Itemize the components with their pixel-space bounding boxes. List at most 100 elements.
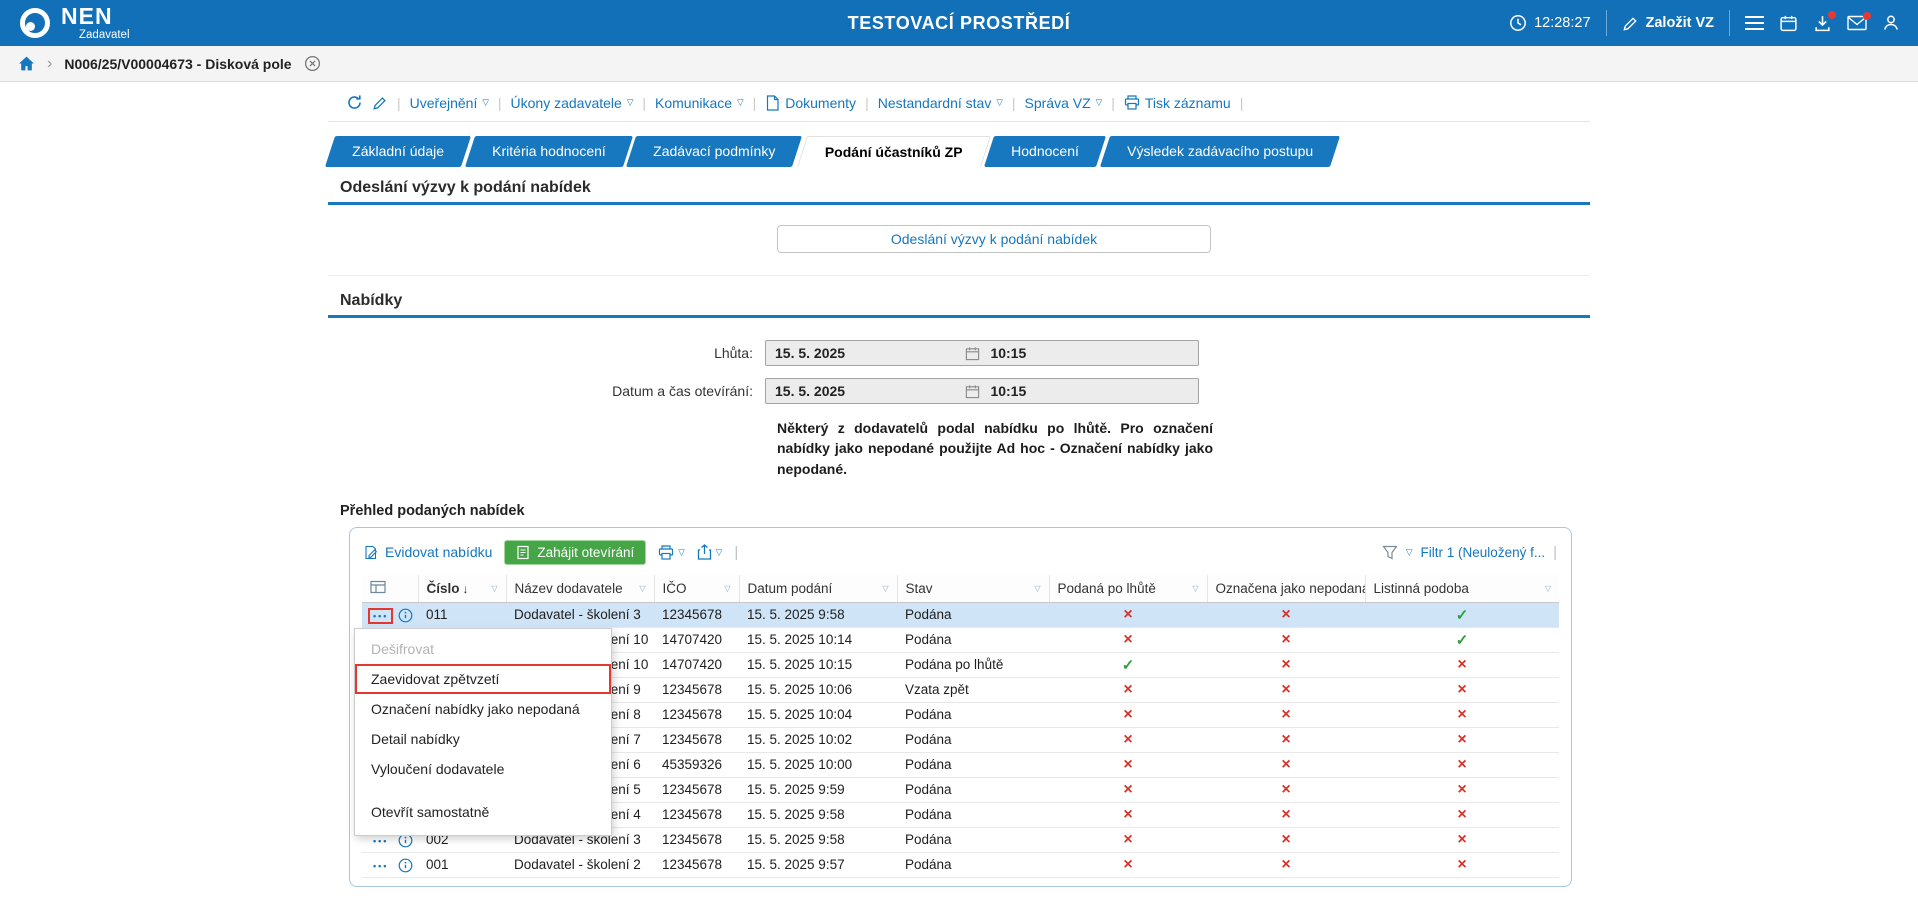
toolbar-link-kony-zadavatele[interactable]: Úkony zadavatele▽ [511, 95, 634, 111]
deadline-field[interactable]: 15. 5. 2025 10:15 [765, 340, 1199, 366]
deadline-time-value[interactable]: 10:15 [990, 345, 1026, 361]
column-header-stav[interactable]: Stav▽ [897, 575, 1049, 603]
paper-form-flag-cell: × [1365, 702, 1559, 727]
close-record-icon[interactable] [304, 55, 321, 72]
context-menu-item-ozna-en-nab-dky-jako-nepodan[interactable]: Označení nabídky jako nepodaná [355, 694, 611, 724]
tab-krit-ria-hodnocen[interactable]: Kritéria hodnocení [465, 136, 633, 167]
print-button[interactable]: ▽ [658, 545, 685, 560]
toolbar-link-komunikace[interactable]: Komunikace▽ [655, 95, 744, 111]
profile-icon[interactable] [1882, 14, 1900, 32]
ico-cell: 14707420 [654, 652, 739, 677]
toolbar-link-dokumenty[interactable]: Dokumenty [765, 95, 856, 111]
tab-pod-n-astn-k-zp[interactable]: Podání účastníků ZP [797, 136, 991, 167]
supplier-name-cell: Dodavatel - školení 3 [506, 602, 654, 627]
ico-cell: 14707420 [654, 627, 739, 652]
calendar-small-icon[interactable] [965, 384, 980, 399]
context-menu-item-vylou-en-dodavatele[interactable]: Vyloučení dodavatele [355, 754, 611, 784]
separator: | [1012, 95, 1016, 111]
messages-icon[interactable] [1847, 15, 1867, 31]
status-cell: Vzata zpět [897, 677, 1049, 702]
opening-field[interactable]: 15. 5. 2025 10:15 [765, 378, 1199, 404]
cross-icon: × [1281, 756, 1290, 773]
row-actions-button[interactable]: ••• [370, 610, 391, 622]
offers-form: Lhůta: 15. 5. 2025 10:15 Datum a čas ote… [328, 340, 1590, 404]
separator: | [498, 95, 502, 111]
context-menu-item-detail-nab-dky[interactable]: Detail nabídky [355, 724, 611, 754]
table-row[interactable]: •••011Dodavatel - školení 31234567815. 5… [362, 602, 1559, 627]
column-header-listinn-podoba[interactable]: Listinná podoba▽ [1365, 575, 1559, 603]
cross-icon: × [1457, 781, 1466, 798]
row-info-icon[interactable] [398, 858, 413, 873]
calendar-small-icon[interactable] [965, 346, 980, 361]
filter-icon[interactable] [1382, 545, 1398, 560]
row-actions-button[interactable]: ••• [370, 860, 391, 872]
refresh-button[interactable] [346, 94, 363, 111]
toolbar-link-uve-ejn-n[interactable]: Uveřejnění▽ [410, 95, 489, 111]
column-header-slo[interactable]: Číslo↓▽ [418, 575, 506, 603]
column-filter-icon[interactable]: ▽ [491, 584, 497, 593]
column-header-podan-po-lh-t[interactable]: Podaná po lhůtě▽ [1049, 575, 1207, 603]
evidovat-nabidku-button[interactable]: Evidovat nabídku [364, 544, 492, 560]
paper-form-flag-cell: ✓ [1365, 627, 1559, 652]
status-cell: Podána [897, 802, 1049, 827]
pencil-icon [1622, 15, 1639, 32]
tab-zad-vac-podm-nky[interactable]: Zadávací podmínky [626, 136, 802, 167]
menu-icon[interactable] [1745, 16, 1764, 31]
column-filter-icon[interactable]: ▽ [1034, 584, 1040, 593]
column-filter-icon[interactable]: ▽ [724, 584, 730, 593]
column-filter-icon[interactable]: ▽ [1545, 584, 1551, 593]
table-row[interactable]: •••001Dodavatel - školení 21234567815. 5… [362, 852, 1559, 877]
zahajit-otevirani-button[interactable]: Zahájit otevírání [504, 540, 646, 565]
toolbar-link-spr-va-vz[interactable]: Správa VZ▽ [1025, 95, 1103, 111]
cross-icon: × [1123, 731, 1132, 748]
ico-cell: 12345678 [654, 777, 739, 802]
cross-icon: × [1281, 706, 1290, 723]
create-vz-button[interactable]: Založit VZ [1622, 15, 1714, 32]
column-header-i-o[interactable]: IČO▽ [654, 575, 739, 603]
toolbar-link-nestandardn-stav[interactable]: Nestandardní stav▽ [878, 95, 1003, 111]
cross-icon: × [1457, 731, 1466, 748]
context-menu-item-otev-t-samostatn[interactable]: Otevřít samostatně [355, 797, 611, 827]
context-menu-item-zaevidovat-zp-tvzet[interactable]: Zaevidovat zpětvzetí [355, 664, 611, 694]
submit-date-cell: 15. 5. 2025 9:58 [739, 827, 897, 852]
ico-cell: 12345678 [654, 677, 739, 702]
row-number-cell: 011 [418, 602, 506, 627]
separator: | [1240, 95, 1244, 111]
active-filter-link[interactable]: Filtr 1 (Neuložený f... [1421, 545, 1546, 560]
breadcrumb-record-title[interactable]: N006/25/V00004673 - Disková pole [64, 56, 291, 72]
late-flag-cell: × [1049, 727, 1207, 752]
tab-v-sledek-zad-vac-ho-postupu[interactable]: Výsledek zadávacího postupu [1100, 136, 1340, 167]
calendar-icon[interactable] [1779, 14, 1798, 33]
row-info-icon[interactable] [398, 608, 413, 623]
column-filter-icon[interactable]: ▽ [639, 584, 645, 593]
context-menu: DešifrovatZaevidovat zpětvzetíOznačení n… [354, 628, 612, 836]
edit-record-button[interactable] [372, 95, 388, 111]
submit-date-cell: 15. 5. 2025 9:57 [739, 852, 897, 877]
column-header-actions[interactable] [362, 575, 418, 603]
check-icon: ✓ [1456, 607, 1469, 624]
export-button[interactable]: ▽ [697, 544, 723, 560]
opening-date-value[interactable]: 15. 5. 2025 [775, 383, 965, 399]
offers-grid: Evidovat nabídku Zahájit otevírání ▽ ▽ |… [349, 527, 1572, 887]
tab-z-kladn-daje[interactable]: Základní údaje [325, 136, 471, 167]
deadline-date-value[interactable]: 15. 5. 2025 [775, 345, 965, 361]
grid-toolbar: Evidovat nabídku Zahájit otevírání ▽ ▽ |… [362, 540, 1559, 575]
column-filter-icon[interactable]: ▽ [882, 584, 888, 593]
column-header-ozna-ena-jako-nepodan[interactable]: Označena jako nepodaná▽ [1207, 575, 1365, 603]
column-header-n-zev-dodavatele[interactable]: Název dodavatele▽ [506, 575, 654, 603]
cross-icon: × [1123, 706, 1132, 723]
paper-form-flag-cell: × [1365, 827, 1559, 852]
column-header-datum-pod-n[interactable]: Datum podání▽ [739, 575, 897, 603]
home-icon[interactable] [18, 55, 35, 72]
downloads-icon[interactable] [1813, 14, 1832, 33]
cross-icon: × [1281, 731, 1290, 748]
column-filter-icon[interactable]: ▽ [1192, 584, 1198, 593]
row-actions-button[interactable]: ••• [370, 835, 391, 847]
toolbar-link-tisk-z-znamu[interactable]: Tisk záznamu [1124, 95, 1231, 111]
filter-caret-icon[interactable]: ▽ [1406, 547, 1413, 558]
tab-hodnocen[interactable]: Hodnocení [984, 136, 1106, 167]
chevron-down-icon: ▽ [716, 547, 723, 558]
opening-time-value[interactable]: 10:15 [990, 383, 1026, 399]
send-call-button[interactable]: Odeslání výzvy k podání nabídek [777, 225, 1211, 253]
cross-icon: × [1281, 681, 1290, 698]
